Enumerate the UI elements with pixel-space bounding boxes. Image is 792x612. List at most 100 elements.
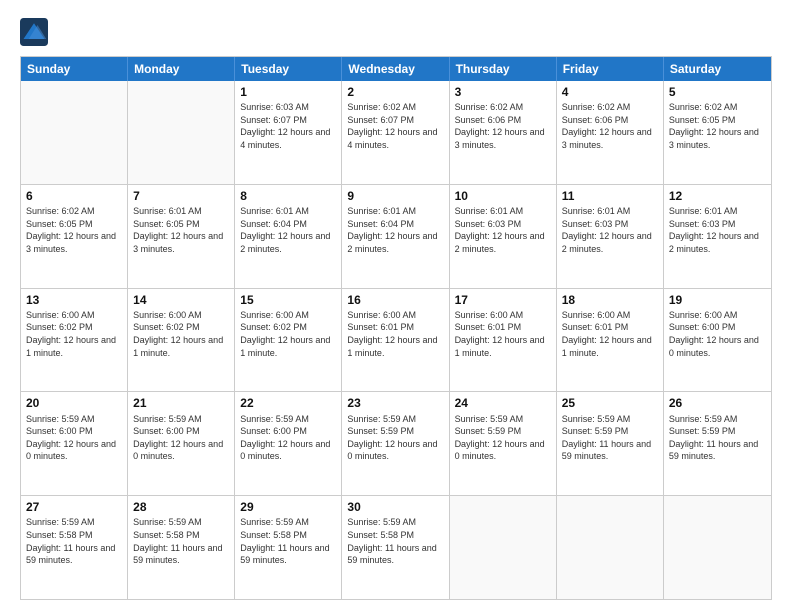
day-number: 7 [133, 188, 229, 204]
day-info: Sunrise: 5:59 AM Sunset: 5:58 PM Dayligh… [26, 516, 122, 566]
day-info: Sunrise: 5:59 AM Sunset: 6:00 PM Dayligh… [240, 413, 336, 463]
day-info: Sunrise: 5:59 AM Sunset: 5:59 PM Dayligh… [347, 413, 443, 463]
calendar-body: 1Sunrise: 6:03 AM Sunset: 6:07 PM Daylig… [21, 81, 771, 599]
day-info: Sunrise: 6:01 AM Sunset: 6:03 PM Dayligh… [669, 205, 766, 255]
logo [20, 20, 50, 46]
day-number: 22 [240, 395, 336, 411]
day-number: 19 [669, 292, 766, 308]
calendar-cell: 13Sunrise: 6:00 AM Sunset: 6:02 PM Dayli… [21, 289, 128, 392]
day-info: Sunrise: 6:00 AM Sunset: 6:00 PM Dayligh… [669, 309, 766, 359]
calendar-cell: 22 Sunrise: 5:59 AM Sunset: 6:00 PM Dayli… [235, 392, 342, 495]
day-number: 16 [347, 292, 443, 308]
day-number: 28 [133, 499, 229, 515]
calendar-cell: 7Sunrise: 6:01 AM Sunset: 6:05 PM Daylig… [128, 185, 235, 288]
day-info: Sunrise: 5:59 AM Sunset: 5:59 PM Dayligh… [669, 413, 766, 463]
calendar-row: 1Sunrise: 6:03 AM Sunset: 6:07 PM Daylig… [21, 81, 771, 184]
day-number: 4 [562, 84, 658, 100]
day-info: Sunrise: 6:02 AM Sunset: 6:07 PM Dayligh… [347, 101, 443, 151]
calendar-cell: 14Sunrise: 6:00 AM Sunset: 6:02 PM Dayli… [128, 289, 235, 392]
calendar-cell: 4Sunrise: 6:02 AM Sunset: 6:06 PM Daylig… [557, 81, 664, 184]
day-number: 23 [347, 395, 443, 411]
day-info: Sunrise: 6:00 AM Sunset: 6:01 PM Dayligh… [455, 309, 551, 359]
calendar-cell: 10Sunrise: 6:01 AM Sunset: 6:03 PM Dayli… [450, 185, 557, 288]
day-number: 24 [455, 395, 551, 411]
day-number: 12 [669, 188, 766, 204]
day-info: Sunrise: 6:01 AM Sunset: 6:04 PM Dayligh… [347, 205, 443, 255]
calendar-cell: 30Sunrise: 5:59 AM Sunset: 5:58 PM Dayli… [342, 496, 449, 599]
day-info: Sunrise: 6:00 AM Sunset: 6:01 PM Dayligh… [347, 309, 443, 359]
calendar-cell: 23 Sunrise: 5:59 AM Sunset: 5:59 PM Dayli… [342, 392, 449, 495]
calendar-cell: 8Sunrise: 6:01 AM Sunset: 6:04 PM Daylig… [235, 185, 342, 288]
calendar-cell [21, 81, 128, 184]
calendar-cell: 25 Sunrise: 5:59 AM Sunset: 5:59 PM Dayli… [557, 392, 664, 495]
calendar-cell: 18Sunrise: 6:00 AM Sunset: 6:01 PM Dayli… [557, 289, 664, 392]
calendar: SundayMondayTuesdayWednesdayThursdayFrid… [20, 56, 772, 600]
day-number: 18 [562, 292, 658, 308]
day-number: 11 [562, 188, 658, 204]
day-info: Sunrise: 5:59 AM Sunset: 5:58 PM Dayligh… [347, 516, 443, 566]
calendar-cell: 11Sunrise: 6:01 AM Sunset: 6:03 PM Dayli… [557, 185, 664, 288]
calendar-cell: 27Sunrise: 5:59 AM Sunset: 5:58 PM Dayli… [21, 496, 128, 599]
day-info: Sunrise: 6:01 AM Sunset: 6:05 PM Dayligh… [133, 205, 229, 255]
calendar-header: SundayMondayTuesdayWednesdayThursdayFrid… [21, 57, 771, 81]
calendar-cell: 21Sunrise: 5:59 AM Sunset: 6:00 PM Dayli… [128, 392, 235, 495]
calendar-cell: 5Sunrise: 6:02 AM Sunset: 6:05 PM Daylig… [664, 81, 771, 184]
day-info: Sunrise: 6:02 AM Sunset: 6:06 PM Dayligh… [455, 101, 551, 151]
day-number: 17 [455, 292, 551, 308]
day-number: 21 [133, 395, 229, 411]
day-number: 13 [26, 292, 122, 308]
day-info: Sunrise: 6:00 AM Sunset: 6:02 PM Dayligh… [240, 309, 336, 359]
page-header [20, 16, 772, 46]
logo-icon [20, 18, 48, 46]
day-number: 9 [347, 188, 443, 204]
day-number: 29 [240, 499, 336, 515]
calendar-cell: 17Sunrise: 6:00 AM Sunset: 6:01 PM Dayli… [450, 289, 557, 392]
calendar-cell: 20 Sunrise: 5:59 AM Sunset: 6:00 PM Dayli… [21, 392, 128, 495]
day-number: 15 [240, 292, 336, 308]
day-info: Sunrise: 6:01 AM Sunset: 6:03 PM Dayligh… [562, 205, 658, 255]
calendar-cell: 2Sunrise: 6:02 AM Sunset: 6:07 PM Daylig… [342, 81, 449, 184]
weekday-header: Friday [557, 57, 664, 81]
day-number: 14 [133, 292, 229, 308]
calendar-row: 27Sunrise: 5:59 AM Sunset: 5:58 PM Dayli… [21, 495, 771, 599]
weekday-header: Saturday [664, 57, 771, 81]
weekday-header: Thursday [450, 57, 557, 81]
day-info: Sunrise: 6:01 AM Sunset: 6:03 PM Dayligh… [455, 205, 551, 255]
day-info: Sunrise: 6:01 AM Sunset: 6:04 PM Dayligh… [240, 205, 336, 255]
day-number: 1 [240, 84, 336, 100]
calendar-cell: 16Sunrise: 6:00 AM Sunset: 6:01 PM Dayli… [342, 289, 449, 392]
calendar-cell [128, 81, 235, 184]
day-number: 10 [455, 188, 551, 204]
day-info: Sunrise: 6:03 AM Sunset: 6:07 PM Dayligh… [240, 101, 336, 151]
day-number: 6 [26, 188, 122, 204]
calendar-cell: 9Sunrise: 6:01 AM Sunset: 6:04 PM Daylig… [342, 185, 449, 288]
weekday-header: Wednesday [342, 57, 449, 81]
calendar-row: 20 Sunrise: 5:59 AM Sunset: 6:00 PM Dayli… [21, 391, 771, 495]
day-info: Sunrise: 5:59 AM Sunset: 6:00 PM Dayligh… [26, 413, 122, 463]
day-number: 27 [26, 499, 122, 515]
calendar-page: SundayMondayTuesdayWednesdayThursdayFrid… [0, 0, 792, 612]
day-info: Sunrise: 6:00 AM Sunset: 6:02 PM Dayligh… [133, 309, 229, 359]
day-number: 25 [562, 395, 658, 411]
calendar-cell: 3Sunrise: 6:02 AM Sunset: 6:06 PM Daylig… [450, 81, 557, 184]
day-info: Sunrise: 6:00 AM Sunset: 6:01 PM Dayligh… [562, 309, 658, 359]
calendar-cell: 6Sunrise: 6:02 AM Sunset: 6:05 PM Daylig… [21, 185, 128, 288]
day-info: Sunrise: 5:59 AM Sunset: 5:58 PM Dayligh… [240, 516, 336, 566]
weekday-header: Monday [128, 57, 235, 81]
day-info: Sunrise: 6:00 AM Sunset: 6:02 PM Dayligh… [26, 309, 122, 359]
day-number: 30 [347, 499, 443, 515]
calendar-row: 13Sunrise: 6:00 AM Sunset: 6:02 PM Dayli… [21, 288, 771, 392]
calendar-row: 6Sunrise: 6:02 AM Sunset: 6:05 PM Daylig… [21, 184, 771, 288]
calendar-cell: 1Sunrise: 6:03 AM Sunset: 6:07 PM Daylig… [235, 81, 342, 184]
day-number: 20 [26, 395, 122, 411]
calendar-cell: 29Sunrise: 5:59 AM Sunset: 5:58 PM Dayli… [235, 496, 342, 599]
day-info: Sunrise: 5:59 AM Sunset: 5:58 PM Dayligh… [133, 516, 229, 566]
weekday-header: Sunday [21, 57, 128, 81]
calendar-cell [557, 496, 664, 599]
calendar-cell: 15Sunrise: 6:00 AM Sunset: 6:02 PM Dayli… [235, 289, 342, 392]
day-info: Sunrise: 6:02 AM Sunset: 6:06 PM Dayligh… [562, 101, 658, 151]
calendar-cell [450, 496, 557, 599]
day-number: 8 [240, 188, 336, 204]
day-number: 2 [347, 84, 443, 100]
day-info: Sunrise: 5:59 AM Sunset: 5:59 PM Dayligh… [562, 413, 658, 463]
